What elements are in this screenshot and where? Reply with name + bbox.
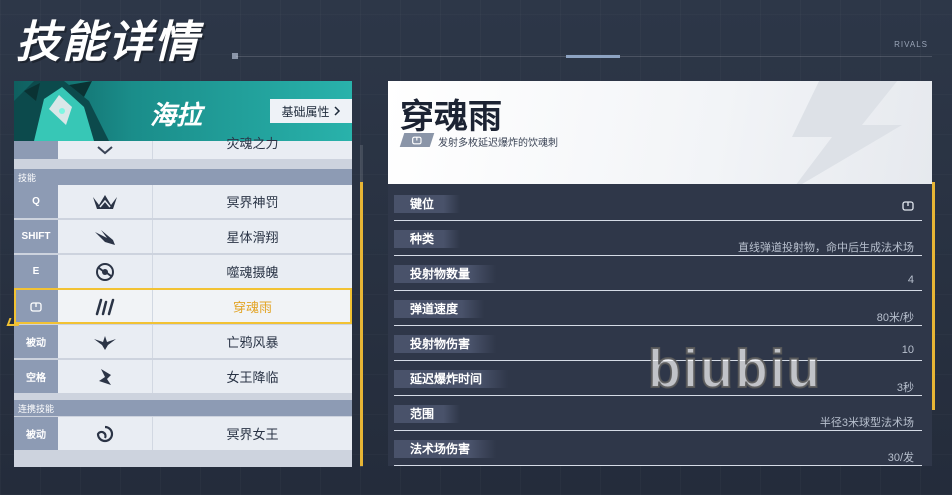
watermark: biubiu bbox=[647, 338, 822, 400]
skill-key: 被动 bbox=[14, 325, 58, 358]
attr-value: 80米/秒 bbox=[876, 312, 914, 324]
attr-row: 法术场伤害 30/发 bbox=[394, 432, 922, 466]
attr-row: 种类 直线弹道投射物，命中后生成法术场 bbox=[394, 222, 922, 256]
attr-label: 弹道速度 bbox=[394, 300, 485, 318]
skill-name: 灾魂之力 bbox=[153, 136, 352, 159]
attr-row: 键位 bbox=[394, 187, 922, 221]
base-attributes-button[interactable]: 基础属性 bbox=[270, 99, 352, 123]
attr-row: 弹道速度 80米/秒 bbox=[394, 292, 922, 326]
skill-detail-title: 穿魂雨 bbox=[400, 98, 502, 136]
skill-row-space[interactable]: 空格 女王降临 bbox=[14, 358, 352, 393]
skill-name: 亡鸦风暴 bbox=[153, 325, 352, 358]
hero-portrait bbox=[14, 81, 134, 141]
dive-icon bbox=[58, 360, 153, 393]
skill-name: 冥界女王 bbox=[153, 417, 352, 450]
skill-key: E bbox=[14, 255, 58, 288]
list-footer bbox=[14, 453, 352, 467]
orb-icon bbox=[58, 255, 153, 288]
attr-row: 投射物数量 4 bbox=[394, 257, 922, 291]
lightning-bolt-icon bbox=[792, 81, 902, 184]
attr-value: 3秒 bbox=[896, 382, 914, 394]
skill-row-q[interactable]: Q 冥界神罚 bbox=[14, 185, 352, 218]
skill-attributes: 键位 种类 直线弹道投射物，命中后生成法术场 投射物数量 4 弹道速度 80米/… bbox=[388, 184, 932, 466]
attr-label: 投射物数量 bbox=[394, 265, 497, 283]
skill-name: 冥界神罚 bbox=[153, 185, 352, 218]
attr-value bbox=[902, 201, 914, 211]
crown-icon bbox=[58, 185, 153, 218]
claw-rain-icon bbox=[58, 290, 153, 323]
skill-list-scrollbar-thumb[interactable] bbox=[360, 182, 363, 466]
skill-icon-partial bbox=[58, 141, 153, 159]
attr-label: 种类 bbox=[394, 230, 461, 248]
skill-key: 被动 bbox=[14, 417, 58, 450]
skill-name: 穿魂雨 bbox=[153, 290, 352, 323]
hero-name: 海拉 bbox=[150, 100, 203, 130]
skill-key: SHIFT bbox=[14, 220, 58, 253]
attr-row: 范围 半径3米球型法术场 bbox=[394, 397, 922, 431]
attr-label: 键位 bbox=[394, 195, 461, 213]
section-label-combo: 连携技能 bbox=[14, 400, 352, 416]
skill-name: 女王降临 bbox=[153, 360, 352, 393]
page-title: 技能详情 bbox=[16, 18, 200, 67]
skill-row-passive[interactable]: 被动 亡鸦风暴 bbox=[14, 323, 352, 358]
header-accent-bar bbox=[566, 55, 620, 58]
skill-key bbox=[14, 141, 58, 159]
raven-icon bbox=[58, 325, 153, 358]
attr-value: 4 bbox=[907, 274, 914, 286]
base-attributes-label: 基础属性 bbox=[281, 104, 330, 119]
skill-detail-header: 穿魂雨 发射多枚延迟爆炸的饮魂刺 bbox=[388, 81, 932, 184]
skill-key: 空格 bbox=[14, 360, 58, 393]
skill-row-selected[interactable]: 穿魂雨 bbox=[14, 288, 352, 323]
skill-row-shift[interactable]: SHIFT 星体滑翔 bbox=[14, 218, 352, 253]
detail-scrollbar[interactable] bbox=[932, 182, 935, 410]
brand-tag: RIVALS bbox=[894, 40, 928, 49]
attr-label: 法术场伤害 bbox=[394, 440, 497, 458]
skill-list[interactable]: 灾魂之力 技能 Q 冥界神罚 SHIFT 星体滑翔 E 噬魂摄魄 穿魂雨 被动 bbox=[14, 136, 352, 467]
mouse-button-icon bbox=[30, 301, 42, 312]
hero-banner: 海拉 基础属性 bbox=[14, 81, 352, 141]
skill-detail-subtitle: 发射多枚延迟爆炸的饮魂刺 bbox=[438, 138, 558, 149]
chevron-right-icon bbox=[333, 106, 341, 116]
skill-key-badge bbox=[399, 133, 435, 147]
skill-row-partial[interactable]: 灾魂之力 bbox=[14, 136, 352, 159]
glide-bird-icon bbox=[58, 220, 153, 253]
skill-name: 星体滑翔 bbox=[153, 220, 352, 253]
skill-row-e[interactable]: E 噬魂摄魄 bbox=[14, 253, 352, 288]
attr-label: 延迟爆炸时间 bbox=[394, 370, 509, 388]
attr-value: 10 bbox=[901, 344, 914, 356]
skill-name: 噬魂摄魄 bbox=[153, 255, 352, 288]
mouse-button-icon bbox=[902, 201, 914, 211]
attr-value: 直线弹道投射物，命中后生成法术场 bbox=[738, 242, 914, 254]
swirl-icon bbox=[58, 417, 153, 450]
attr-label: 范围 bbox=[394, 405, 461, 423]
attr-value: 30/发 bbox=[887, 452, 914, 464]
attr-label: 投射物伤害 bbox=[394, 335, 497, 353]
mouse-button-icon bbox=[412, 136, 422, 145]
attr-value: 半径3米球型法术场 bbox=[819, 417, 914, 429]
section-label-skills: 技能 bbox=[14, 169, 352, 185]
skill-row-combo[interactable]: 被动 冥界女王 bbox=[14, 417, 352, 450]
skill-key: Q bbox=[14, 185, 58, 218]
